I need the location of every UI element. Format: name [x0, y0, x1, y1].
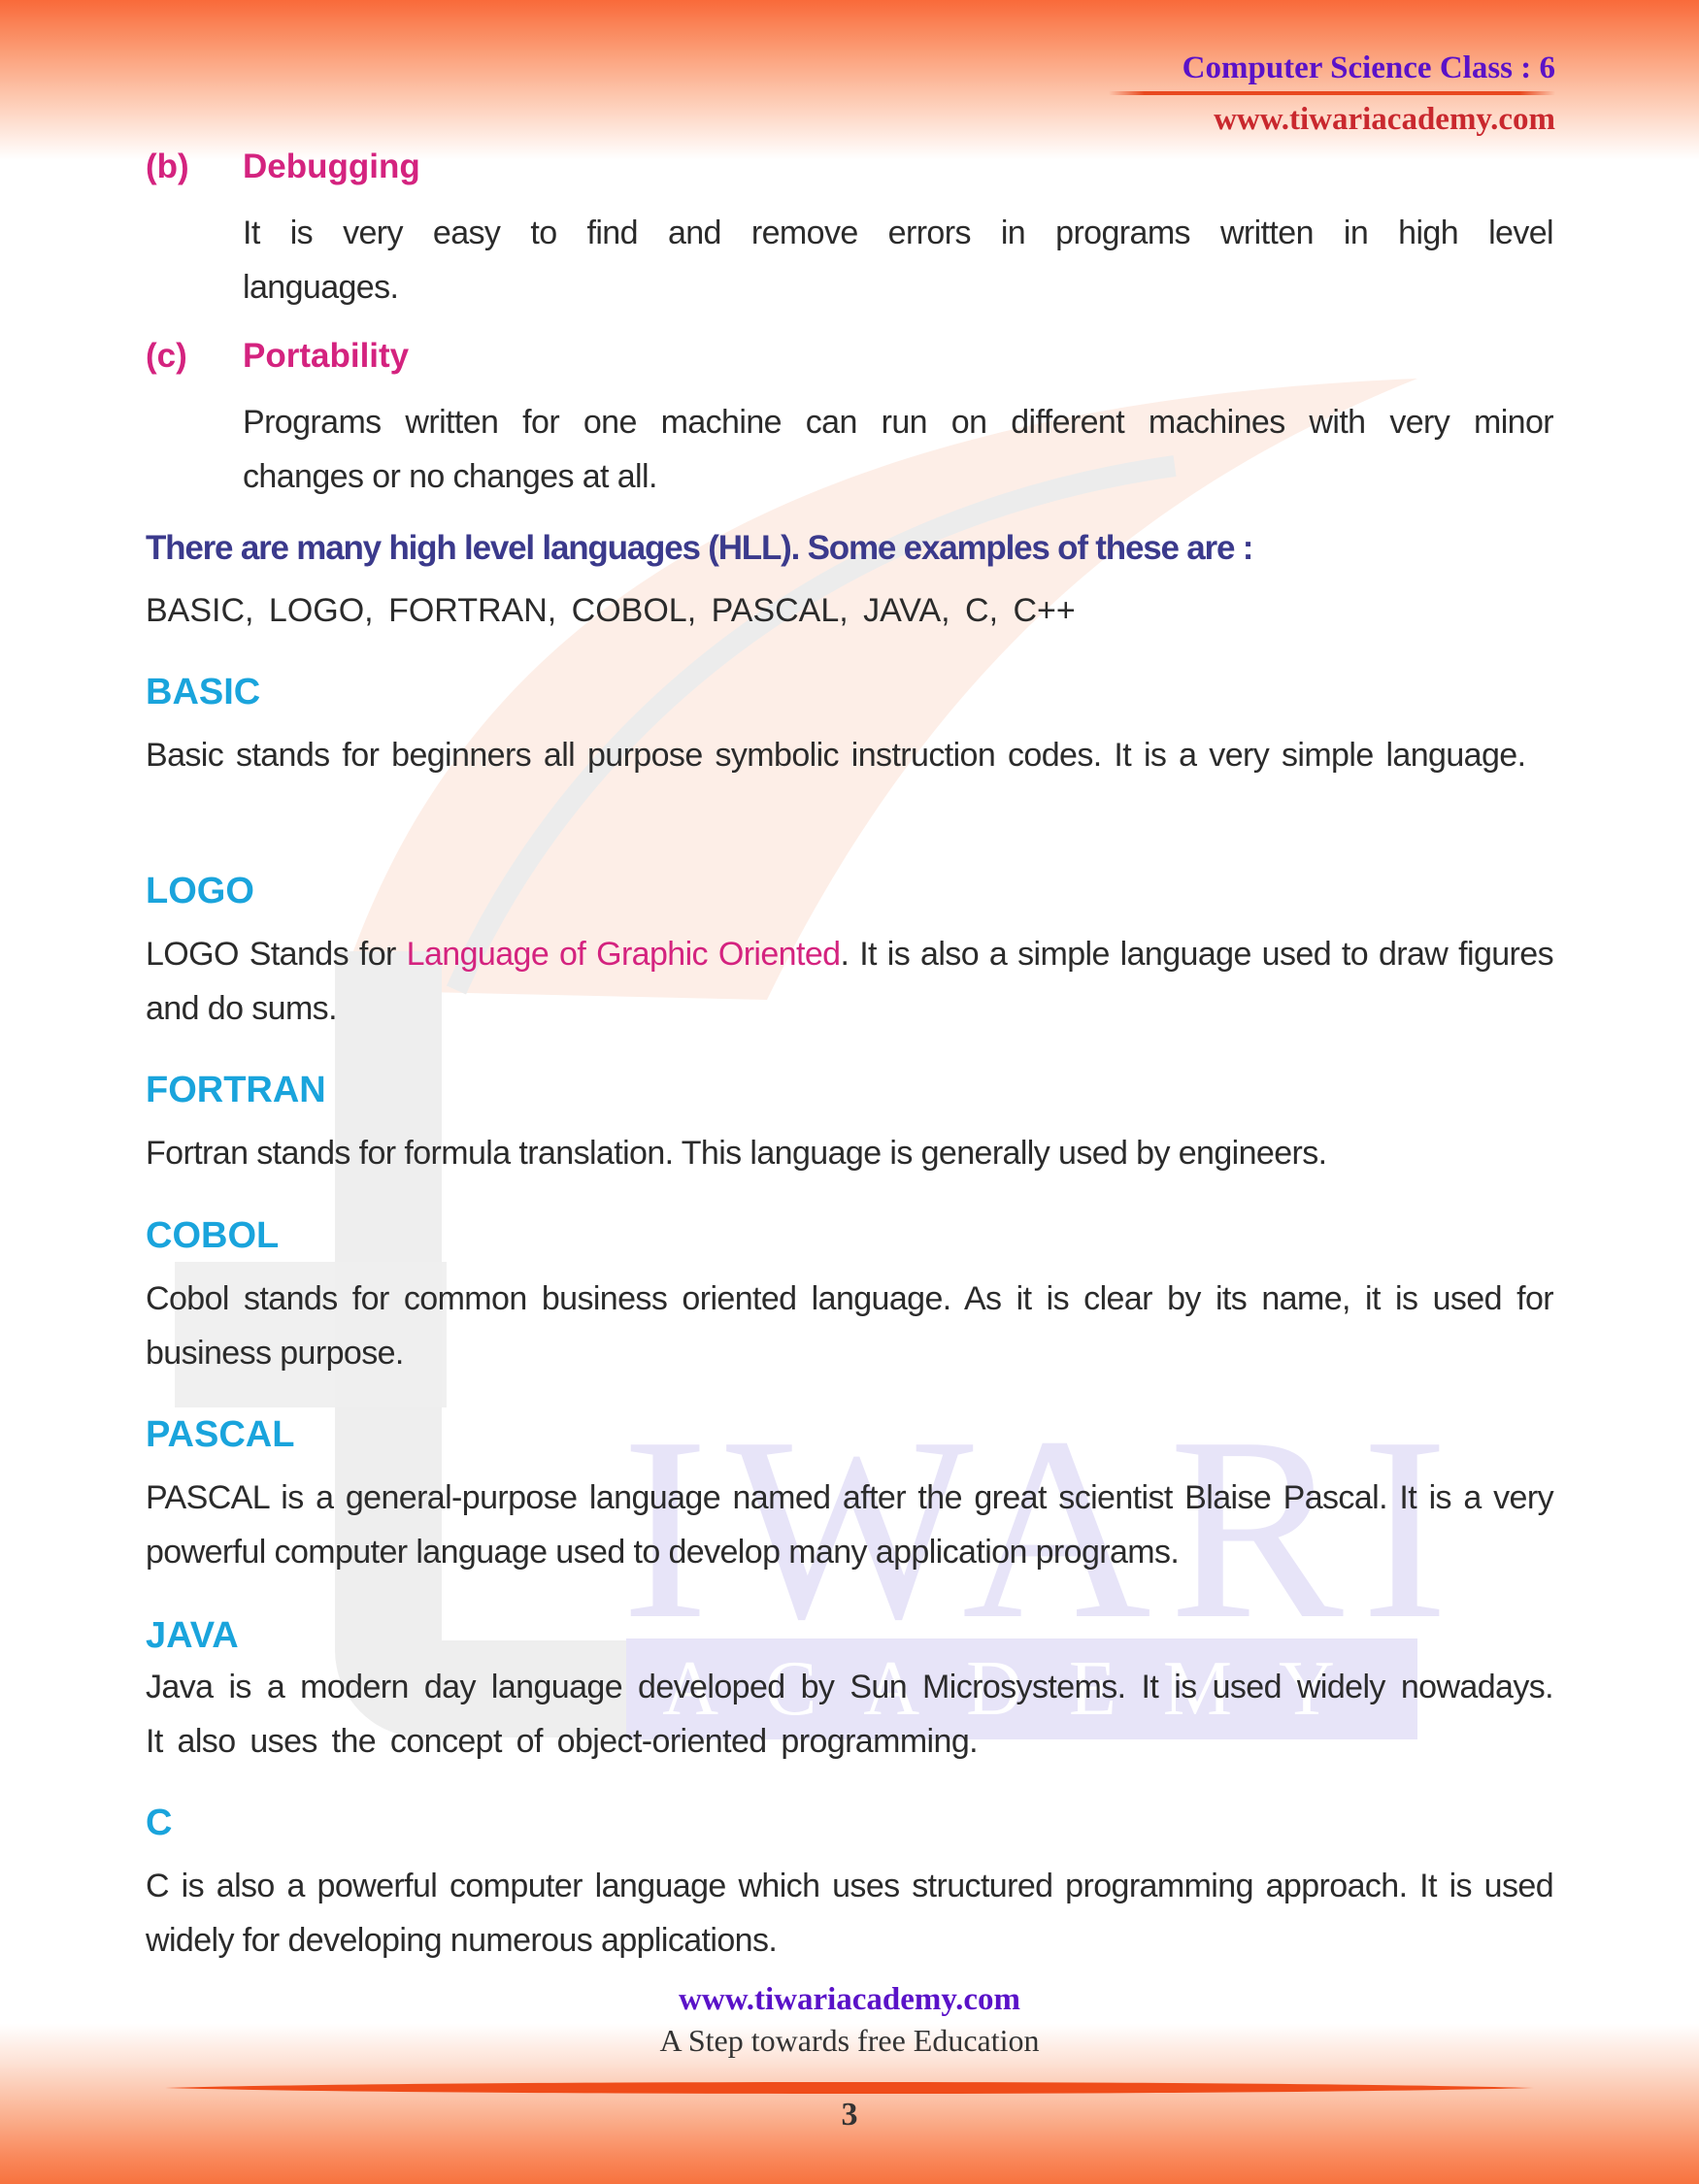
section-cobol: COBOL Cobol stands for common business o…	[146, 1211, 1554, 1380]
section-body: PASCAL is a general-purpose language nam…	[146, 1479, 1554, 1571]
advantage-title: Portability	[243, 337, 410, 375]
page-header: Computer Science Class : 6 www.tiwariaca…	[1109, 49, 1555, 138]
section-body: Fortran stands for formula translation. …	[146, 1135, 1327, 1172]
section-c: C C is also a powerful computer language…	[146, 1799, 1554, 1968]
section-heading: C	[146, 1803, 173, 1843]
section-heading: JAVA	[146, 1615, 239, 1656]
advantage-body-line: Programs written for one machine can run…	[243, 404, 1554, 441]
section-logo: LOGO LOGO Stands for Language of Graphic…	[146, 867, 1554, 1036]
section-heading: FORTRAN	[146, 1070, 326, 1110]
section-heading: BASIC	[146, 672, 261, 712]
advantage-label: (c)	[146, 337, 187, 375]
section-heading: COBOL	[146, 1215, 280, 1256]
header-title: Computer Science Class : 6	[1182, 50, 1555, 85]
section-basic: BASIC Basic stands for beginners all pur…	[146, 668, 1553, 782]
section-body: C is also a powerful computer language w…	[146, 1868, 1554, 1959]
advantage-body-line: languages.	[243, 269, 399, 306]
header-url[interactable]: www.tiwariacademy.com	[1109, 101, 1555, 138]
advantage-title: Debugging	[243, 148, 420, 185]
section-java: JAVA Java is a modern day language devel…	[146, 1611, 1554, 1769]
hll-intro: There are many high level languages (HLL…	[146, 529, 1253, 567]
advantage-label: (b)	[146, 148, 189, 185]
header-divider	[1109, 91, 1555, 95]
section-body: Basic stands for beginners all purpose s…	[146, 737, 1526, 774]
page-footer: www.tiwariacademy.com A Step towards fre…	[0, 1980, 1699, 2062]
section-pascal: PASCAL PASCAL is a general-purpose langu…	[146, 1410, 1554, 1579]
page-number: 3	[841, 2097, 858, 2133]
section-body: Java is a modern day language developed …	[146, 1669, 1554, 1760]
section-heading: LOGO	[146, 871, 254, 911]
section-heading: PASCAL	[146, 1414, 295, 1455]
advantage-body-line: It is very easy to find and remove error…	[243, 215, 1554, 251]
logo-body-prefix: LOGO Stands for	[146, 936, 407, 973]
hll-list: BASIC, LOGO, FORTRAN, COBOL, PASCAL, JAV…	[146, 592, 1076, 629]
footer-divider	[165, 2082, 1534, 2094]
section-fortran: FORTRAN Fortran stands for formula trans…	[146, 1066, 1553, 1180]
logo-expansion-highlight: Language of Graphic Oriented	[406, 936, 841, 973]
section-body: Cobol stands for common business oriente…	[146, 1280, 1554, 1372]
footer-url[interactable]: www.tiwariacademy.com	[0, 1980, 1699, 2019]
footer-tagline: A Step towards free Education	[659, 2023, 1040, 2058]
advantage-body-line: changes or no changes at all.	[243, 458, 657, 495]
section-body: LOGO Stands for Language of Graphic Orie…	[146, 927, 1554, 1036]
